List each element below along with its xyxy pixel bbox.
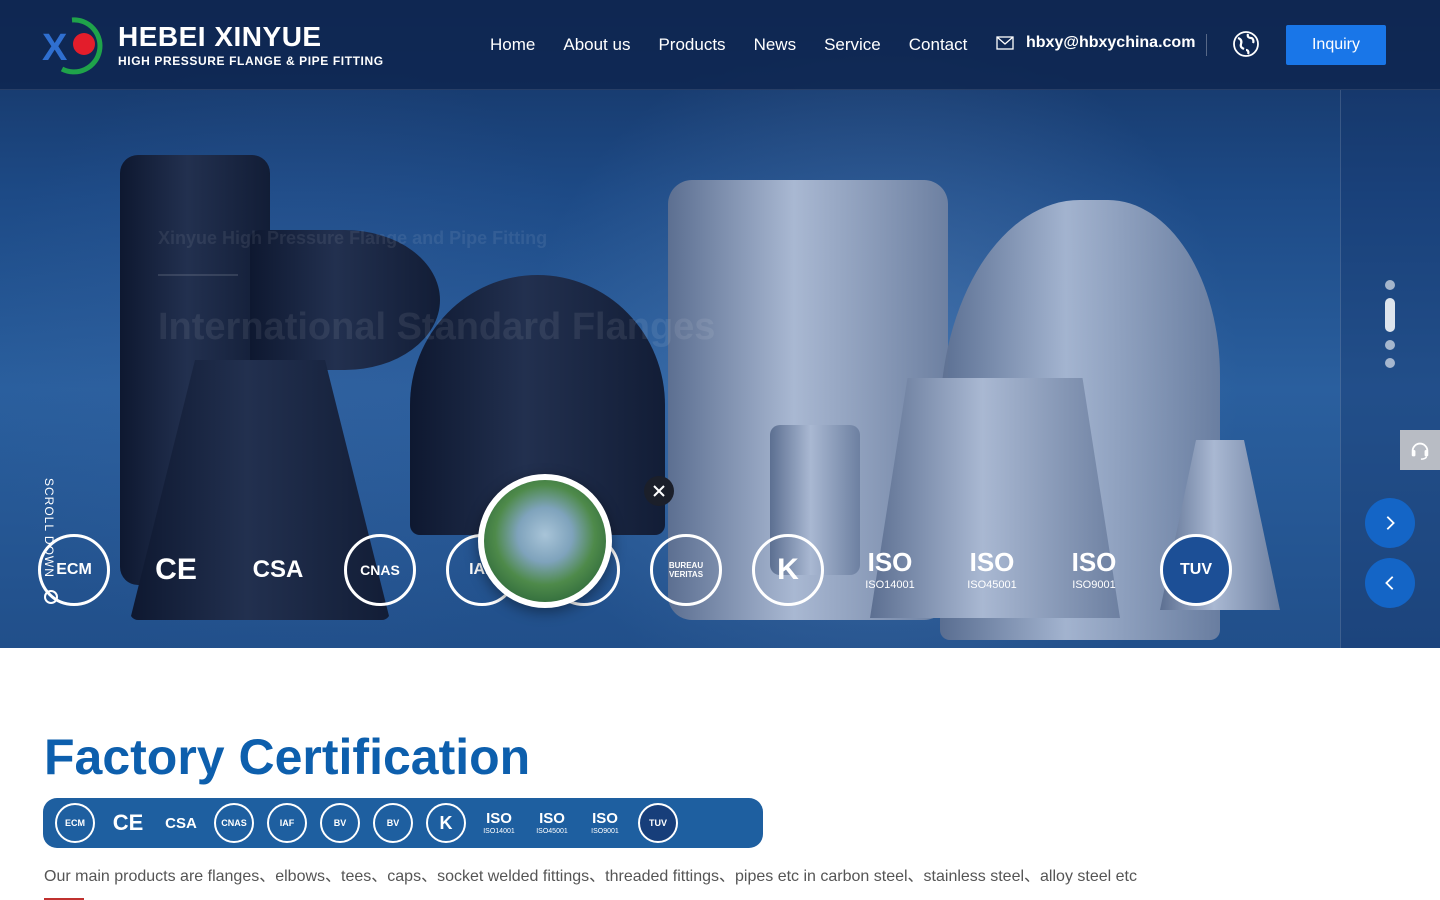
header-divider: [1206, 34, 1207, 56]
cert-iso14001: ISO ISO14001: [865, 547, 915, 591]
strip-cert-bv-2: BV: [371, 801, 415, 845]
slide-dot[interactable]: [1385, 280, 1395, 290]
hero-subtitle: Xinyue High Pressure Flange and Pipe Fit…: [158, 228, 548, 248]
logo-subtitle: HIGH PRESSURE FLANGE & PIPE FITTING: [118, 54, 384, 68]
nav-service[interactable]: Service: [824, 35, 881, 55]
strip-cert-tuv: TUV: [636, 801, 680, 845]
strip-cert-bv: BV: [318, 801, 362, 845]
inquiry-button[interactable]: Inquiry: [1286, 25, 1386, 65]
nav-about-us[interactable]: About us: [563, 35, 630, 55]
logo-title: HEBEI XINYUE: [118, 21, 322, 52]
cert-cnas: CNAS: [342, 532, 418, 608]
nav-contact[interactable]: Contact: [909, 35, 968, 55]
slide-indicators: [1384, 280, 1396, 376]
cert-ce: CE: [155, 553, 197, 586]
next-slide-button[interactable]: [1365, 498, 1415, 548]
strip-cert-k: K: [424, 801, 468, 845]
site-header: X HEBEI XINYUE HIGH PRESSURE FLANGE & PI…: [0, 0, 1440, 90]
headset-icon: [1411, 442, 1429, 460]
strip-cert-iso14001: ISO ISO14001: [483, 810, 515, 835]
dark-tee-branch-image: [250, 230, 440, 370]
nav-home[interactable]: Home: [490, 35, 535, 55]
strip-cert-csa: CSA: [165, 814, 197, 832]
cert-strip: ECM CE CSA CNAS IAF BV BV K ISO ISO14001 …: [43, 798, 763, 848]
hero-cert-row: ECM CE CSA CNAS IAF BUREAU VERITAS BUREA…: [36, 530, 1260, 610]
chevron-right-icon: [1386, 516, 1395, 530]
popup-close-button[interactable]: [644, 476, 674, 506]
section-description: Our main products are flanges、elbows、tee…: [44, 868, 1137, 885]
slide-dot[interactable]: [1385, 340, 1395, 350]
globe-icon[interactable]: [1232, 30, 1260, 58]
cert-ecm: ECM: [36, 532, 112, 608]
logo-mark-icon: X: [42, 17, 103, 75]
cert-bureau-veritas-2: BUREAU VERITAS: [648, 532, 724, 608]
cert-k: K: [750, 532, 826, 608]
nav-news[interactable]: News: [754, 35, 797, 55]
hero-title: International Standard Flanges: [158, 306, 716, 348]
prev-slide-button[interactable]: [1365, 558, 1415, 608]
customer-support-button[interactable]: [1400, 430, 1440, 470]
strip-cert-ecm: ECM: [53, 801, 97, 845]
hero-banner: Xinyue High Pressure Flange and Pipe Fit…: [0, 0, 1440, 648]
hero-divider: [158, 274, 238, 276]
panorama-popup[interactable]: [478, 474, 612, 608]
slide-dot[interactable]: [1385, 358, 1395, 368]
email-text[interactable]: hbxy@hbxychina.com: [1026, 34, 1195, 52]
strip-cert-iaf: IAF: [265, 801, 309, 845]
panorama-image[interactable]: [484, 480, 606, 602]
svg-text:X: X: [42, 27, 68, 69]
page: Xinyue High Pressure Flange and Pipe Fit…: [0, 0, 1440, 900]
main-nav: Home About us Products News Service Cont…: [476, 0, 981, 90]
slide-dot-active[interactable]: [1385, 298, 1395, 332]
section-title: Factory Certification: [44, 729, 531, 785]
nav-products[interactable]: Products: [658, 35, 725, 55]
strip-cert-cnas: CNAS: [212, 801, 256, 845]
logo[interactable]: X HEBEI XINYUE HIGH PRESSURE FLANGE & PI…: [42, 14, 384, 76]
chevron-left-icon: [1385, 576, 1394, 590]
cert-iso45001: ISO ISO45001: [967, 547, 1017, 591]
strip-cert-iso9001: ISO ISO9001: [591, 810, 619, 835]
email-link[interactable]: hbxy@hbxychina.com: [996, 34, 1195, 52]
strip-cert-ce: CE: [112, 810, 144, 835]
cert-csa: CSA: [252, 556, 304, 583]
strip-cert-iso45001: ISO ISO45001: [536, 810, 568, 835]
cert-iso9001: ISO ISO9001: [1071, 547, 1117, 591]
close-icon: [653, 485, 665, 497]
cert-tuv: TUV: [1158, 532, 1234, 608]
mail-icon: [996, 36, 1014, 50]
